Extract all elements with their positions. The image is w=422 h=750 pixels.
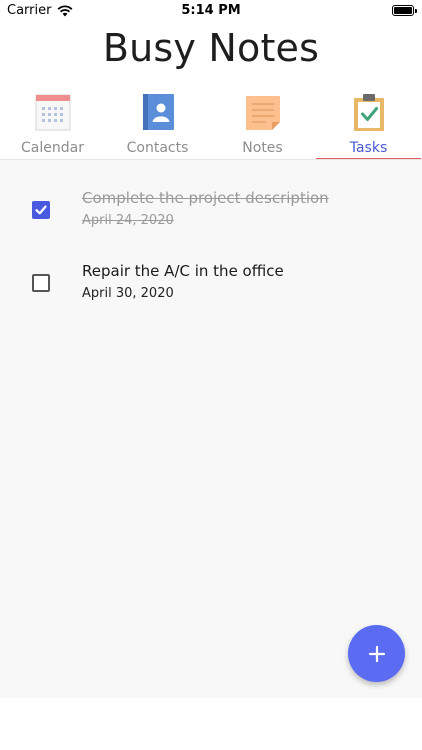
- tab-tasks[interactable]: Tasks: [316, 88, 421, 160]
- add-task-button[interactable]: [348, 625, 405, 682]
- task-title: Repair the A/C in the office: [82, 262, 284, 280]
- bottom-area: [0, 698, 422, 750]
- tab-bar: Calendar Contacts Notes Tasks: [0, 88, 422, 160]
- tab-contacts[interactable]: Contacts: [105, 88, 210, 160]
- battery-icon: [392, 5, 417, 16]
- contacts-book-icon: [143, 94, 174, 130]
- task-date: April 30, 2020: [82, 286, 174, 301]
- tab-label: Notes: [242, 140, 283, 156]
- task-title: Complete the project description: [82, 189, 329, 207]
- task-list: Complete the project description April 2…: [0, 160, 422, 698]
- task-checkbox[interactable]: [32, 201, 50, 219]
- task-item[interactable]: Complete the project description April 2…: [0, 183, 422, 243]
- app-title: Busy Notes: [102, 26, 320, 70]
- status-bar: Carrier 5:14 PM: [0, 0, 422, 22]
- sticky-note-icon: [246, 96, 280, 130]
- task-checkbox[interactable]: [32, 274, 50, 292]
- task-item[interactable]: Repair the A/C in the office April 30, 2…: [0, 256, 422, 316]
- clipboard-check-icon: [354, 94, 384, 131]
- tab-calendar[interactable]: Calendar: [0, 88, 105, 160]
- tab-notes[interactable]: Notes: [210, 88, 315, 160]
- tab-label: Contacts: [126, 140, 189, 156]
- tab-label: Calendar: [21, 140, 84, 156]
- tab-label: Tasks: [349, 140, 388, 156]
- plus-icon: [368, 645, 385, 662]
- calendar-icon: [35, 94, 71, 131]
- status-time: 5:14 PM: [181, 3, 241, 18]
- checkmark-icon: [35, 205, 47, 215]
- task-date: April 24, 2020: [82, 213, 174, 228]
